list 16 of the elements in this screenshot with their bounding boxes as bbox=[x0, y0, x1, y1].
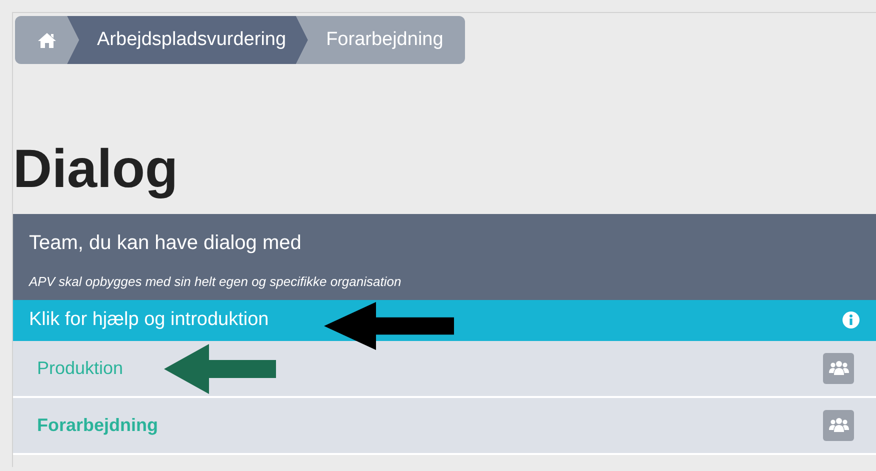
panel-subtitle: APV skal opbygges med sin helt egen og specifikke organisation bbox=[29, 273, 402, 291]
team-link[interactable]: Forarbejdning bbox=[37, 412, 158, 438]
home-icon bbox=[37, 32, 57, 48]
team-button[interactable] bbox=[823, 352, 854, 384]
team-link[interactable]: Produktion bbox=[37, 354, 124, 382]
breadcrumb-current: Forarbejdning bbox=[296, 16, 466, 64]
group-icon bbox=[828, 417, 848, 433]
help-bar[interactable]: Klik for hjælp og introduktion bbox=[13, 300, 876, 340]
panel-title: Team, du kan have dialog med bbox=[29, 231, 302, 256]
help-text: Klik for hjælp og introduktion bbox=[29, 308, 269, 332]
team-button[interactable] bbox=[823, 410, 854, 440]
breadcrumb-link[interactable]: Arbejdspladsvurdering bbox=[67, 16, 308, 64]
page-heading: Dialog bbox=[13, 142, 180, 196]
home-breadcrumb[interactable] bbox=[15, 16, 79, 64]
info-icon[interactable] bbox=[842, 311, 860, 329]
group-icon bbox=[828, 360, 848, 376]
